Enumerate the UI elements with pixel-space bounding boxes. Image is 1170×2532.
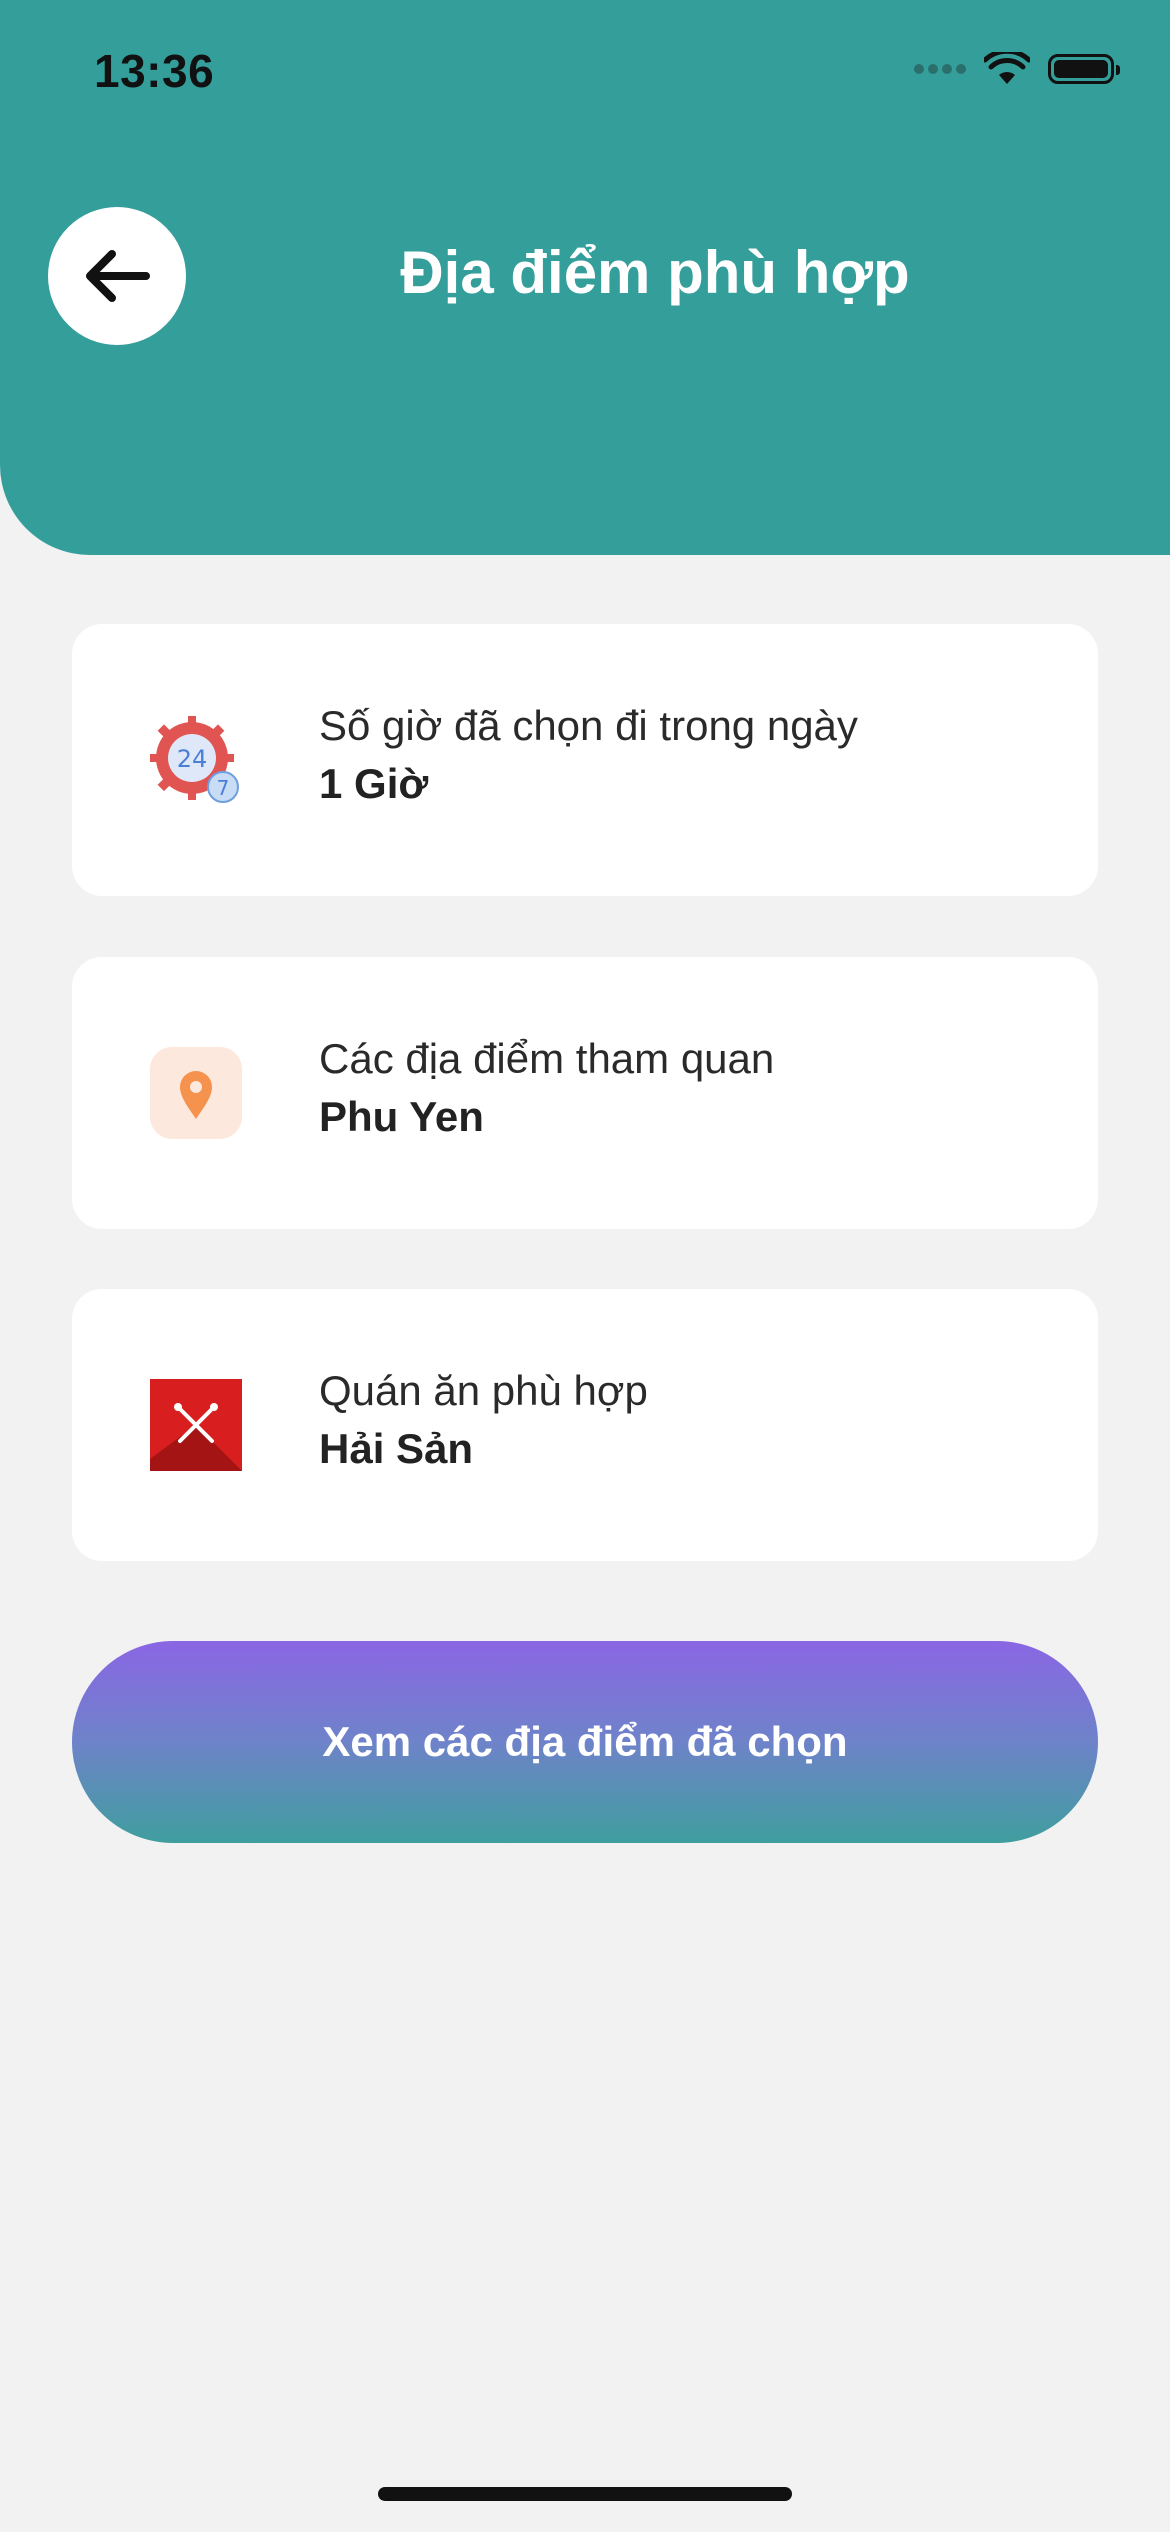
restaurant-card-label: Quán ăn phù hợp <box>319 1367 648 1414</box>
location-pin-icon <box>150 1047 242 1139</box>
view-selected-places-button[interactable]: Xem các địa điểm đã chọn <box>72 1641 1098 1843</box>
restaurant-card-value: Hải Sản <box>319 1425 474 1472</box>
back-button[interactable] <box>48 207 186 345</box>
hours-card-value: 1 Giờ <box>319 760 429 807</box>
places-card-value: Phu Yen <box>319 1093 484 1140</box>
cellular-signal-icon <box>914 64 966 74</box>
status-time: 13:36 <box>94 45 215 97</box>
places-card: Các địa điểm tham quan Phu Yen <box>72 957 1098 1229</box>
hours-card: 24 7 Số giờ đã chọn đi trong ngày 1 Giờ <box>72 624 1098 896</box>
battery-icon <box>1048 54 1120 84</box>
status-indicators <box>914 52 1120 86</box>
places-card-label: Các địa điểm tham quan <box>319 1035 775 1082</box>
arrow-left-icon <box>86 250 150 302</box>
svg-text:7: 7 <box>217 776 230 800</box>
hours-card-label: Số giờ đã chọn đi trong ngày <box>319 702 858 749</box>
view-selected-places-label: Xem các địa điểm đã chọn <box>322 1718 848 1765</box>
page-title-text: Địa điểm phù hợp <box>400 239 910 306</box>
svg-text:24: 24 <box>177 745 208 773</box>
restaurant-card: Quán ăn phù hợp Hải Sản <box>72 1289 1098 1561</box>
home-indicator <box>378 2487 792 2501</box>
clock-24-7-icon: 24 7 <box>150 714 242 806</box>
wifi-icon <box>984 52 1030 84</box>
page-title: Địa điểm phù hợp <box>300 238 1010 307</box>
restaurant-icon <box>150 1379 242 1471</box>
